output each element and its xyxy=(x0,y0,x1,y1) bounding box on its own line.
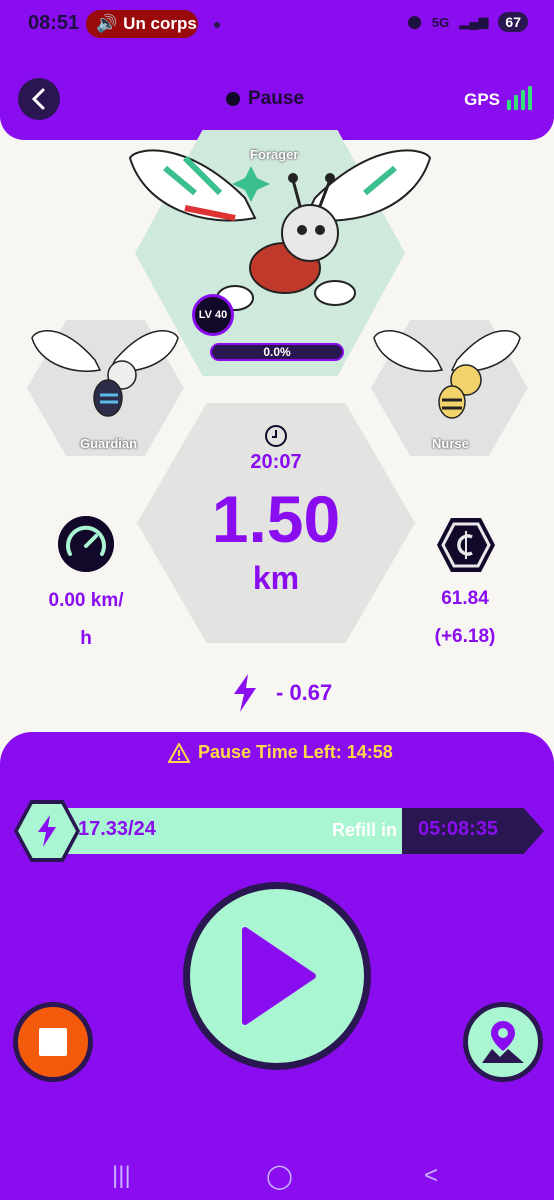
energy-delta-value: - 0.67 xyxy=(276,680,333,705)
coin-line-2: (+6.18) xyxy=(434,626,496,647)
lightning-icon xyxy=(38,815,56,847)
distance-unit: km xyxy=(252,560,300,596)
clock-icon xyxy=(265,425,287,447)
stop-icon xyxy=(39,1028,67,1056)
coin-icon xyxy=(437,518,495,572)
pause-time-label: Pause Time Left: 14:58 xyxy=(198,742,393,762)
gps-label: GPS xyxy=(464,90,500,109)
energy-count: 17.33/24 xyxy=(78,818,156,840)
energy-delta: - 0.67 xyxy=(232,674,332,712)
battery-level: 67 xyxy=(498,12,528,32)
stop-button[interactable] xyxy=(13,1002,93,1082)
system-status-bar: 08:51 🔊 Un corps ⬤ 5G ▂▄▆ 67 xyxy=(0,0,554,52)
map-button[interactable] xyxy=(463,1002,543,1082)
run-status: Pause xyxy=(226,88,304,110)
map-pin-icon xyxy=(482,1021,524,1063)
lightning-icon xyxy=(234,674,256,712)
status-dot-icon xyxy=(226,92,240,106)
distance-value: 1.50 xyxy=(211,482,341,556)
media-pill[interactable]: 🔊 Un corps xyxy=(86,10,198,38)
speedometer-icon xyxy=(58,516,114,572)
system-nav-bar: ||| ◯ < xyxy=(0,1152,554,1200)
clock-time: 08:51 xyxy=(28,12,80,34)
signal-icon: ▂▄▆ xyxy=(459,14,489,29)
speed-value: 0.00 km/ h xyxy=(26,582,146,658)
speed-line-1: 0.00 km/ xyxy=(48,590,124,611)
speaker-icon: 🔊 xyxy=(96,14,118,33)
system-icons: ⬤ 5G ▂▄▆ 67 xyxy=(407,12,528,32)
coin-value: 61.84 (+6.18) xyxy=(405,580,525,656)
warning-icon xyxy=(168,742,190,763)
app-header: Pause GPS xyxy=(0,52,554,140)
location-icon: ⬤ xyxy=(407,14,422,29)
nurse-bee-illustration xyxy=(373,330,521,419)
nav-back-icon[interactable]: < xyxy=(424,1162,438,1190)
gps-signal-icon xyxy=(507,86,532,110)
recent-apps-icon[interactable]: ||| xyxy=(112,1162,131,1190)
energy-bar: 17.33/24 Refill in 05:08:35 xyxy=(14,800,544,862)
refill-label: Refill in xyxy=(332,820,398,840)
speed-line-2: h xyxy=(80,628,92,649)
gps-indicator: GPS xyxy=(464,86,532,110)
elapsed-time: 20:07 xyxy=(250,451,302,473)
forager-role-label: Forager xyxy=(250,147,299,162)
level-badge: LV 40 xyxy=(192,294,234,336)
level-progress: 0.0% xyxy=(210,343,344,361)
home-icon[interactable]: ◯ xyxy=(266,1162,293,1191)
coin-line-1: 61.84 xyxy=(441,588,489,609)
resume-button[interactable] xyxy=(183,882,371,1070)
play-icon xyxy=(242,927,316,1025)
notification-dot xyxy=(214,22,220,28)
guardian-role-label: Guardian xyxy=(80,436,138,451)
forager-bee-illustration xyxy=(128,149,432,311)
pause-time-left: Pause Time Left: 14:58 xyxy=(168,742,393,763)
network-label: 5G xyxy=(431,14,450,30)
guardian-bee-illustration xyxy=(31,330,179,417)
nurse-role-label: Nurse xyxy=(432,436,469,451)
back-icon xyxy=(31,88,45,110)
back-button[interactable] xyxy=(18,78,60,120)
media-label: Un corps xyxy=(123,14,197,33)
refill-timer: 05:08:35 xyxy=(418,818,499,840)
status-label: Pause xyxy=(248,88,304,109)
